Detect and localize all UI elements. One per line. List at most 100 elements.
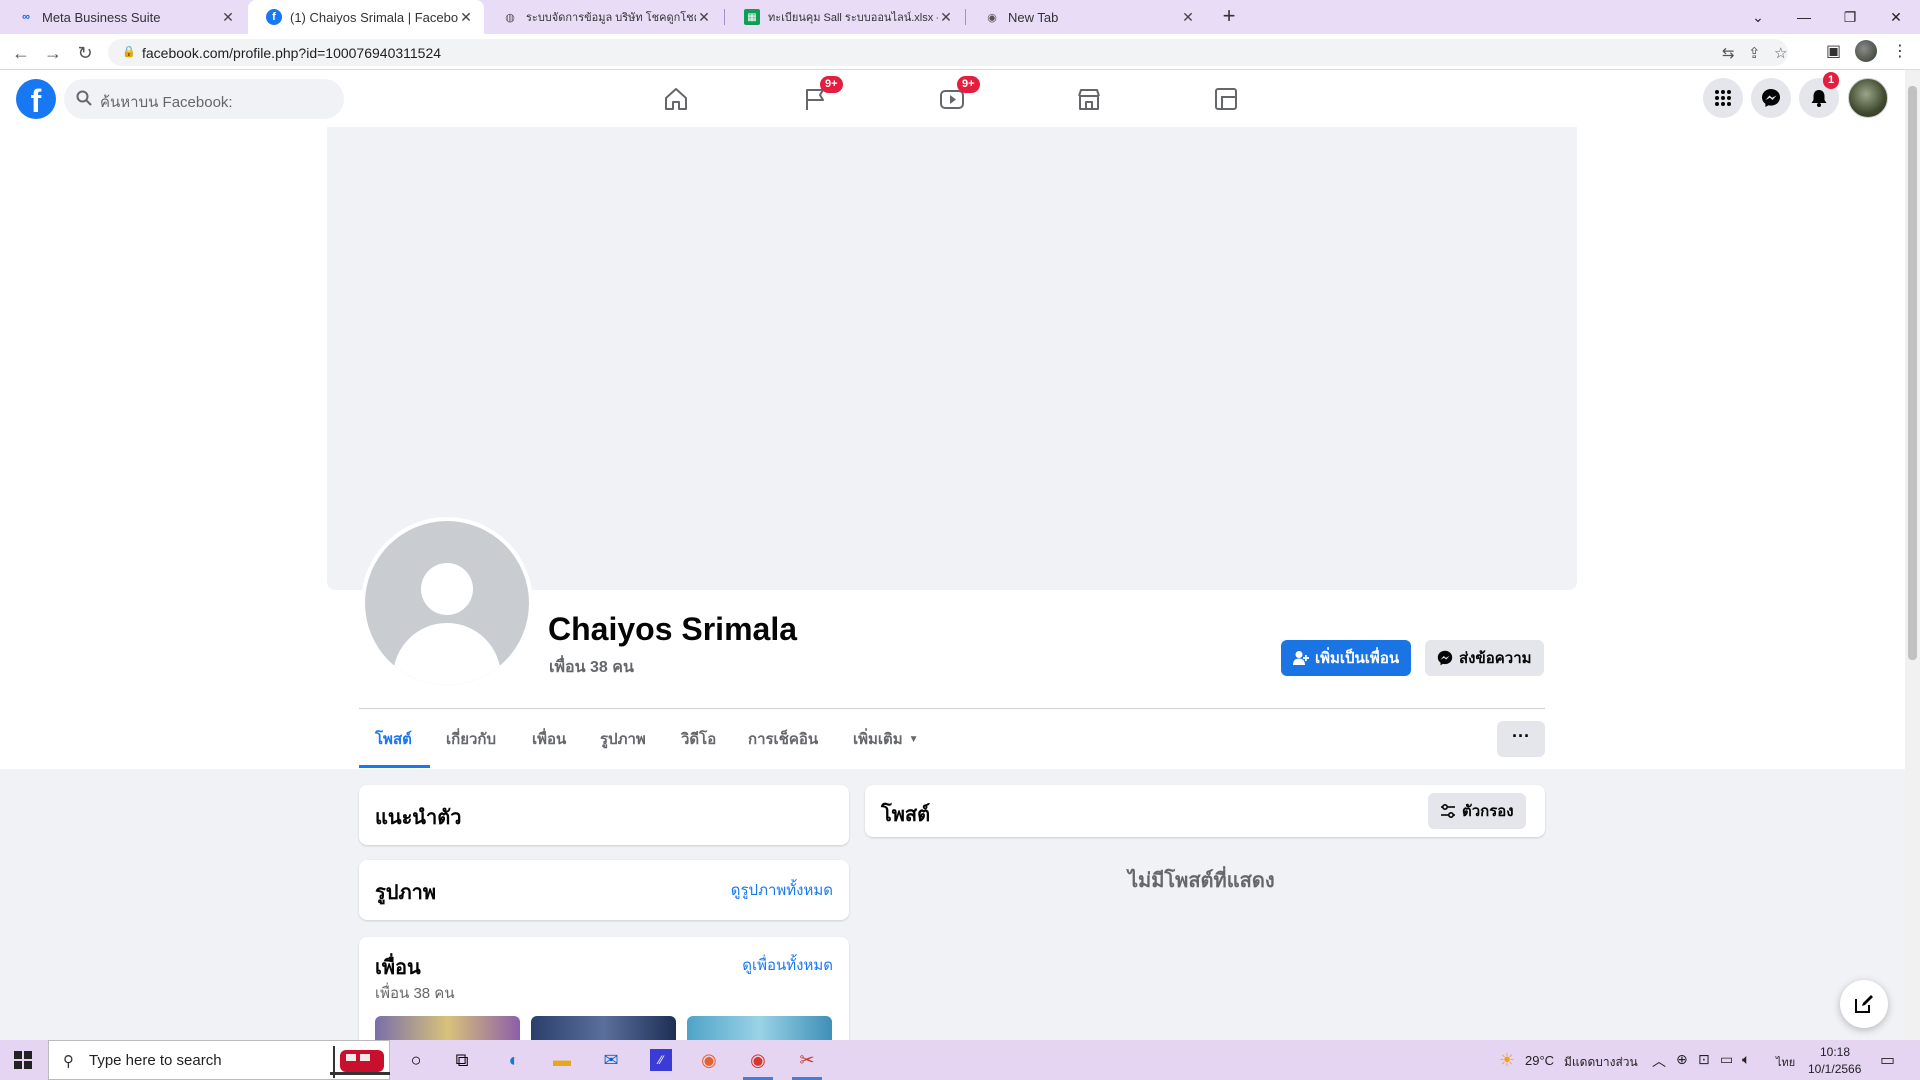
nav-marketplace[interactable]	[1034, 70, 1144, 127]
nav-pages[interactable]: 9+	[760, 70, 870, 127]
side-panel-icon[interactable]: ▣	[1826, 41, 1841, 61]
network-icon[interactable]: ⊡	[1698, 1051, 1710, 1068]
menu-kebab-icon[interactable]: ⋮	[1892, 41, 1908, 61]
notifications-button[interactable]: 1	[1799, 72, 1840, 118]
tab-new-tab[interactable]: ◉ New Tab ✕	[966, 0, 1206, 34]
file-explorer-icon[interactable]: ▬	[539, 1040, 585, 1080]
nav-home[interactable]	[621, 70, 731, 127]
photos-title[interactable]: รูปภาพ	[375, 876, 436, 908]
friend-thumbnail[interactable]	[531, 1016, 676, 1040]
app-icon[interactable]: ⁄⁄	[638, 1040, 684, 1080]
nav-gaming[interactable]	[1171, 70, 1281, 127]
filter-sliders-icon	[1441, 803, 1455, 819]
reload-icon[interactable]: ↻	[72, 40, 98, 66]
facebook-logo-icon[interactable]: f	[16, 79, 56, 119]
friends-subtitle: เพื่อน 38 คน	[375, 985, 455, 1002]
account-avatar[interactable]	[1848, 78, 1888, 118]
messenger-button[interactable]	[1751, 78, 1791, 118]
tab-data-system[interactable]: ◍ ระบบจัดการข้อมูล บริษัท โชคดูกโชค จ ✕	[484, 0, 722, 34]
active-tab-indicator	[359, 765, 430, 768]
close-tab-icon[interactable]: ✕	[220, 9, 236, 26]
compose-icon	[1855, 995, 1873, 1013]
cover-photo	[327, 127, 1577, 590]
photos-card: รูปภาพ ดูรูปภาพทั้งหมด	[359, 860, 849, 920]
input-language[interactable]: ไทย	[1776, 1053, 1795, 1071]
new-message-button[interactable]	[1840, 980, 1888, 1028]
profile-picture[interactable]	[361, 517, 533, 689]
weather-description[interactable]: มีแดดบางส่วน	[1564, 1053, 1638, 1072]
notification-center-icon[interactable]: ▭	[1880, 1050, 1895, 1070]
watch-badge: 9+	[957, 76, 980, 93]
snipping-tool-icon[interactable]: ✂	[784, 1040, 830, 1080]
send-message-button[interactable]: ส่งข้อความ	[1425, 640, 1544, 676]
clock-time[interactable]: 10:18	[1820, 1045, 1850, 1059]
cortana-icon[interactable]: ○	[393, 1040, 439, 1080]
tray-chevron-icon[interactable]: ︿	[1652, 1051, 1666, 1071]
messenger-icon	[1762, 89, 1780, 107]
menu-grid-button[interactable]	[1703, 78, 1743, 118]
tab-meta-business-suite[interactable]: ∞ Meta Business Suite ✕	[0, 0, 246, 34]
more-options-button[interactable]: ···	[1497, 721, 1545, 757]
address-bar[interactable]: 🔒 facebook.com/profile.php?id=1000769403…	[108, 39, 1788, 66]
facebook-icon: f	[266, 9, 282, 25]
tab-facebook-profile[interactable]: f (1) Chaiyos Srimala | Facebook ✕	[248, 0, 484, 34]
tab-more[interactable]: เพิ่มเติม ▼	[837, 709, 935, 769]
mail-icon[interactable]: ✉	[588, 1040, 634, 1080]
close-window-button[interactable]: ✕	[1873, 0, 1919, 34]
weather-icon[interactable]: ☀	[1484, 1040, 1530, 1080]
windows-start-button[interactable]	[0, 1040, 46, 1080]
share-icon[interactable]: ⇪	[1748, 44, 1761, 62]
tab-search-icon[interactable]: ⌄	[1735, 0, 1781, 34]
close-tab-icon[interactable]: ✕	[1180, 9, 1196, 26]
facebook-search-input[interactable]: ค้นหาบน Facebook:	[64, 79, 344, 119]
volume-icon[interactable]: 🔈︎	[1742, 1051, 1750, 1068]
friend-thumbnail[interactable]	[375, 1016, 520, 1040]
minimize-button[interactable]: —	[1781, 0, 1827, 34]
browser-profile-avatar[interactable]	[1855, 40, 1877, 62]
display-icon[interactable]: ▭	[1720, 1051, 1733, 1068]
friend-count[interactable]: เพื่อน 38 คน	[549, 655, 634, 680]
clock-date[interactable]: 10/1/2566	[1808, 1062, 1861, 1076]
task-view-icon[interactable]: ⧉	[439, 1040, 485, 1080]
tab-videos[interactable]: วิดีโอ	[665, 709, 732, 769]
firefox-icon[interactable]: ◉	[686, 1040, 732, 1080]
new-tab-button[interactable]: +	[1215, 3, 1243, 31]
bell-icon	[1811, 90, 1827, 107]
close-tab-icon[interactable]: ✕	[696, 9, 712, 26]
close-tab-icon[interactable]: ✕	[458, 9, 474, 26]
weather-temperature[interactable]: 29°C	[1525, 1053, 1554, 1068]
add-friend-button[interactable]: เพิ่มเป็นเพื่อน	[1281, 640, 1412, 676]
translate-icon[interactable]: ⇆	[1722, 44, 1735, 62]
notifications-badge: 1	[1823, 72, 1840, 89]
tab-spreadsheet[interactable]: ▦ ทะเบียนคุม Sall ระบบออนไลน์.xlsx - G ✕	[726, 0, 964, 34]
see-all-friends-link[interactable]: ดูเพื่อนทั้งหมด	[742, 953, 833, 977]
tab-photos[interactable]: รูปภาพ	[584, 709, 662, 769]
no-posts-message: ไม่มีโพสต์ที่แสดง	[1128, 870, 1275, 892]
nav-watch[interactable]: 9+	[897, 70, 1007, 127]
profile-name: Chaiyos Srimala	[548, 611, 797, 647]
see-all-photos-link[interactable]: ดูรูปภาพทั้งหมด	[731, 878, 833, 902]
filter-button[interactable]: ตัวกรอง	[1428, 793, 1526, 829]
friend-thumbnail[interactable]	[687, 1016, 832, 1040]
bookmark-star-icon[interactable]: ☆	[1774, 44, 1787, 62]
lock-icon[interactable]: 🔒	[122, 45, 136, 58]
tab-about[interactable]: เกี่ยวกับ	[430, 709, 512, 769]
caret-down-icon: ▼	[908, 733, 919, 745]
browser-toolbar: ← → ↻ 🔒 facebook.com/profile.php?id=1000…	[0, 34, 1920, 70]
edge-browser-icon[interactable]: ◐	[491, 1040, 537, 1080]
friends-title[interactable]: เพื่อน	[375, 951, 421, 983]
chrome-taskbar-icon[interactable]: ◉	[735, 1040, 781, 1080]
back-icon[interactable]: ←	[8, 40, 34, 66]
restore-button[interactable]: ❐	[1827, 0, 1873, 34]
url-text[interactable]: facebook.com/profile.php?id=100076940311…	[142, 45, 441, 61]
tray-app-icon[interactable]: ⊕	[1676, 1051, 1688, 1068]
scrollbar-thumb[interactable]	[1908, 86, 1917, 660]
close-tab-icon[interactable]: ✕	[938, 9, 954, 26]
forward-icon[interactable]: →	[40, 40, 66, 66]
tab-checkins[interactable]: การเช็คอิน	[732, 709, 834, 769]
messenger-icon	[1437, 650, 1453, 666]
tab-friends[interactable]: เพื่อน	[516, 709, 582, 769]
grid-icon	[1715, 90, 1731, 106]
intro-card: แนะนำตัว	[359, 785, 849, 845]
tab-posts[interactable]: โพสต์	[359, 709, 428, 769]
